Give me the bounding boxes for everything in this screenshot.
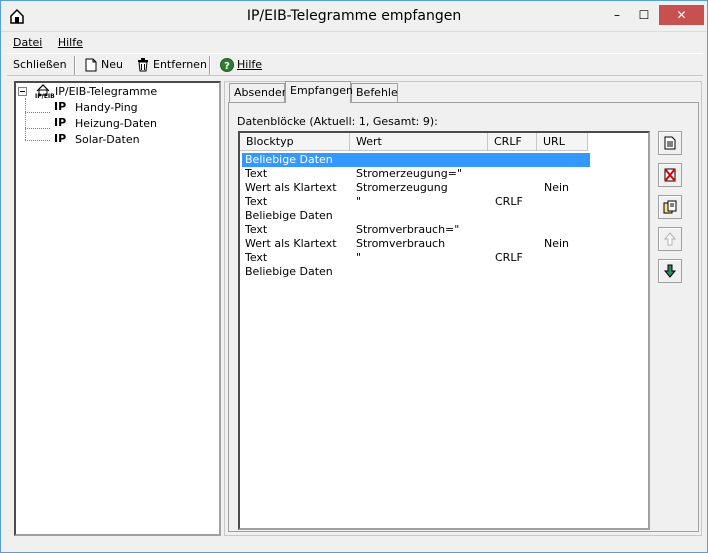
column-header-url[interactable]: URL xyxy=(537,133,588,151)
tree-connector xyxy=(25,98,26,140)
cell-blocktyp: Beliebige Daten xyxy=(245,153,333,166)
cell-blocktyp: Wert als Klartext xyxy=(245,181,337,194)
delete-block-button[interactable] xyxy=(658,163,682,187)
table-row[interactable]: Text Stromerzeugung=" xyxy=(242,167,590,181)
menu-datei[interactable]: Datei xyxy=(7,34,48,51)
tree-item-label: Solar-Daten xyxy=(75,133,140,146)
ip-icon: IP xyxy=(54,100,67,113)
svg-text:?: ? xyxy=(224,61,230,72)
maximize-button[interactable]: ☐ xyxy=(631,5,657,25)
delete-icon xyxy=(664,168,676,182)
close-button[interactable]: Schließen xyxy=(13,57,67,74)
cell-wert: Stromverbrauch=" xyxy=(356,223,460,236)
cell-crlf: CRLF xyxy=(495,195,523,208)
arrow-up-icon xyxy=(663,232,677,246)
tree-connector xyxy=(25,128,50,129)
cell-wert: " xyxy=(356,251,362,264)
cell-url: Nein xyxy=(544,237,570,250)
ip-eib-folder-icon: IP/EIB xyxy=(33,83,55,104)
new-document-icon xyxy=(85,58,97,72)
column-header-crlf[interactable]: CRLF xyxy=(488,133,537,151)
close-window-button[interactable]: ✕ xyxy=(659,5,704,25)
cell-wert: Stromerzeugung=" xyxy=(356,167,463,180)
telegram-tree[interactable]: IP/EIB IP/EIB-Telegramme IP Handy-Ping I… xyxy=(14,81,221,536)
cell-blocktyp: Beliebige Daten xyxy=(245,265,333,278)
column-header-blocktyp[interactable]: Blocktyp xyxy=(240,133,350,151)
data-blocks-list[interactable]: Blocktyp Wert CRLF URL Beliebige Daten T… xyxy=(238,131,650,530)
toolbar-separator xyxy=(209,56,211,75)
table-row[interactable]: Text Stromverbrauch=" xyxy=(242,223,590,237)
cell-wert: " xyxy=(356,195,362,208)
tree-root[interactable]: IP/EIB-Telegramme xyxy=(55,85,157,98)
cell-url: Nein xyxy=(544,181,570,194)
tab-absender[interactable]: Absender xyxy=(229,83,286,103)
copy-block-button[interactable] xyxy=(658,195,682,219)
blocks-label: Datenblöcke (Aktuell: 1, Gesamt: 9): xyxy=(237,115,438,128)
cell-blocktyp: Wert als Klartext xyxy=(245,237,337,250)
tab-befehle[interactable]: Befehle xyxy=(351,83,398,103)
copy-icon xyxy=(663,200,677,214)
close-button-label: Schließen xyxy=(13,58,67,71)
new-document-icon xyxy=(664,136,676,150)
cell-crlf: CRLF xyxy=(495,251,523,264)
toolbar-separator xyxy=(74,56,76,75)
arrow-down-icon xyxy=(663,264,677,278)
minimize-button[interactable]: – xyxy=(604,5,630,25)
tree-connector xyxy=(25,112,50,113)
ip-eib-icon-text: IP/EIB xyxy=(35,93,55,100)
move-up-button[interactable] xyxy=(658,227,682,251)
column-header-wert[interactable]: Wert xyxy=(350,133,488,151)
cell-wert: Stromerzeugung xyxy=(356,181,448,194)
window-title: IP/EIB-Telegramme empfangen xyxy=(246,8,462,24)
tree-item-label: Handy-Ping xyxy=(75,101,138,114)
title-bar: IP/EIB-Telegramme empfangen – ☐ ✕ xyxy=(1,1,707,32)
main-window: IP/EIB-Telegramme empfangen – ☐ ✕ Datei … xyxy=(0,0,708,553)
add-block-button[interactable] xyxy=(658,131,682,155)
help-icon: ? xyxy=(220,58,234,72)
cell-blocktyp: Text xyxy=(245,251,268,264)
table-row[interactable]: Wert als Klartext Stromerzeugung Nein xyxy=(242,181,590,195)
cell-blocktyp: Text xyxy=(245,167,268,180)
cell-blocktyp: Beliebige Daten xyxy=(245,209,333,222)
menu-bar: Datei Hilfe xyxy=(7,34,89,52)
tree-expander[interactable] xyxy=(18,86,27,99)
table-row[interactable]: Wert als Klartext Stromverbrauch Nein xyxy=(242,237,590,251)
toolbar: Schließen Neu Entfernen ? Hilfe xyxy=(7,53,703,76)
tree-connector xyxy=(25,140,50,141)
menu-hilfe[interactable]: Hilfe xyxy=(52,34,89,51)
move-down-button[interactable] xyxy=(658,259,682,283)
table-row[interactable]: Text " CRLF xyxy=(242,195,590,209)
table-row[interactable]: Beliebige Daten xyxy=(242,265,590,279)
table-row[interactable]: Beliebige Daten xyxy=(242,209,590,223)
new-button-label: Neu xyxy=(101,58,123,71)
help-button-label: Hilfe xyxy=(237,58,263,71)
cell-blocktyp: Text xyxy=(245,223,268,236)
ip-icon: IP xyxy=(54,116,67,129)
table-row[interactable]: Text " CRLF xyxy=(242,251,590,265)
remove-button-label: Entfernen xyxy=(153,58,207,71)
tree-item-label: Heizung-Daten xyxy=(75,117,158,130)
tab-empfangen[interactable]: Empfangen xyxy=(285,81,353,103)
collapse-icon xyxy=(18,87,27,96)
trash-icon xyxy=(138,58,148,72)
cell-blocktyp: Text xyxy=(245,195,268,208)
cell-wert: Stromverbrauch xyxy=(356,237,446,250)
ip-icon: IP xyxy=(54,132,67,145)
table-row[interactable]: Beliebige Daten xyxy=(242,153,590,167)
